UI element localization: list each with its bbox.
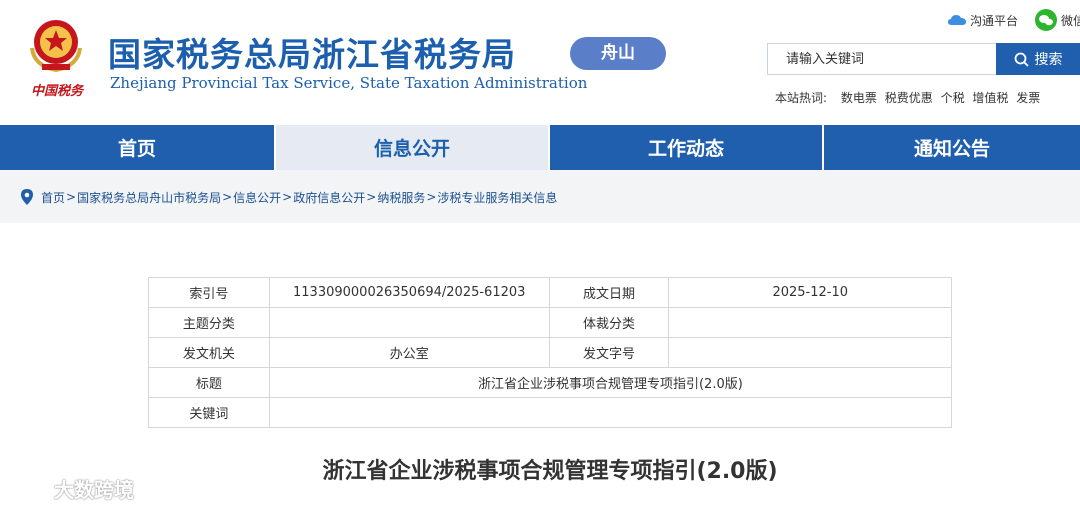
breadcrumb-separator: > (366, 190, 377, 204)
site-subtitle: Zhejiang Provincial Tax Service, State T… (110, 74, 588, 92)
hot-word[interactable]: 发票 (1016, 91, 1040, 105)
wechat-icon (1035, 9, 1057, 31)
city-badge[interactable]: 舟山 (570, 37, 666, 70)
title-label: 标题 (148, 367, 270, 398)
wechat-label: 微信 (1061, 13, 1080, 28)
nav-item-announcements[interactable]: 通知公告 (824, 125, 1080, 170)
breadcrumb-separator: > (66, 190, 77, 204)
date-value: 2025-12-10 (668, 277, 952, 308)
breadcrumb-item[interactable]: 涉税专业服务相关信息 (437, 189, 557, 206)
breadcrumb: 首页 > 国家税务总局舟山市税务局 > 信息公开 > 政府信息公开 > 纳税服务 > 涉税… (0, 183, 1080, 211)
table-row: 关键词 (148, 397, 953, 428)
table-row: 主题分类 体裁分类 (148, 307, 952, 338)
genre-label: 体裁分类 (548, 307, 670, 338)
nav-item-info-disclosure[interactable]: 信息公开 (276, 125, 550, 170)
search-button[interactable]: 搜索 (996, 43, 1080, 75)
index-number-value: 113309000026350694/2025-61203 (268, 277, 550, 308)
issuer-value: 办公室 (268, 337, 550, 368)
title-value: 浙江省企业涉税事项合规管理专项指引(2.0版) (268, 367, 953, 398)
search-button-label: 搜索 (1034, 52, 1063, 68)
hot-word[interactable]: 税费优惠 (885, 91, 933, 105)
search-input[interactable] (767, 43, 996, 75)
topic-value (268, 307, 550, 338)
document-number-value (668, 337, 952, 368)
keywords-value (268, 397, 953, 428)
breadcrumb-item[interactable]: 政府信息公开 (293, 189, 365, 206)
hot-word[interactable]: 个税 (941, 91, 965, 105)
search-icon (1014, 52, 1029, 67)
breadcrumb-separator: > (282, 190, 293, 204)
communication-platform-label: 沟通平台 (970, 13, 1019, 28)
document-metadata-table: 索引号 113309000026350694/2025-61203 成文日期 2… (148, 277, 953, 428)
breadcrumb-item[interactable]: 信息公开 (233, 189, 281, 206)
document-title: 浙江省企业涉税事项合规管理专项指引(2.0版) (322, 459, 778, 484)
nav-item-home[interactable]: 首页 (0, 125, 276, 170)
breadcrumb-separator: > (426, 190, 437, 204)
breadcrumb-item[interactable]: 纳税服务 (377, 189, 425, 206)
cloud-icon (948, 14, 966, 25)
keywords-label: 关键词 (148, 397, 270, 428)
watermark-text: 大数跨境 (54, 478, 134, 502)
location-pin-icon (21, 189, 33, 205)
communication-platform-link[interactable]: 沟通平台 (948, 10, 1018, 30)
index-number-label: 索引号 (148, 277, 270, 308)
site-header: 中国税务 国家税务总局浙江省税务局 Zhejiang Provincial Ta… (0, 0, 1080, 125)
table-row: 索引号 113309000026350694/2025-61203 成文日期 2… (148, 277, 952, 308)
hot-words-label: 本站热词: (775, 91, 828, 105)
document-number-label: 发文字号 (548, 337, 670, 368)
watermark: 大数跨境 (8, 474, 134, 503)
emblem-caption: 中国税务 (30, 84, 83, 99)
table-row: 标题 浙江省企业涉税事项合规管理专项指引(2.0版) (148, 367, 953, 398)
issuer-label: 发文机关 (148, 337, 270, 368)
nav-item-work-news[interactable]: 工作动态 (550, 125, 824, 170)
main-nav: 首页 信息公开 工作动态 通知公告 (0, 125, 1080, 170)
tax-emblem-icon[interactable] (24, 12, 88, 76)
hot-words: 本站热词: 数电票 税费优惠 个税 增值税 发票 (775, 89, 1044, 106)
table-row: 发文机关 办公室 发文字号 (148, 337, 952, 368)
hot-word[interactable]: 数电票 (841, 91, 877, 105)
article-panel: 索引号 113309000026350694/2025-61203 成文日期 2… (0, 223, 1080, 508)
watermark-logo-icon (8, 479, 47, 497)
topic-label: 主题分类 (148, 307, 270, 338)
date-label: 成文日期 (548, 277, 670, 308)
breadcrumb-item[interactable]: 国家税务总局舟山市税务局 (77, 189, 221, 206)
site-title[interactable]: 国家税务总局浙江省税务局 (108, 28, 516, 76)
genre-value (668, 307, 952, 338)
wechat-link[interactable]: 微信 (1035, 9, 1080, 31)
breadcrumb-item[interactable]: 首页 (41, 189, 65, 206)
breadcrumb-separator: > (222, 190, 233, 204)
hot-word[interactable]: 增值税 (972, 91, 1008, 105)
